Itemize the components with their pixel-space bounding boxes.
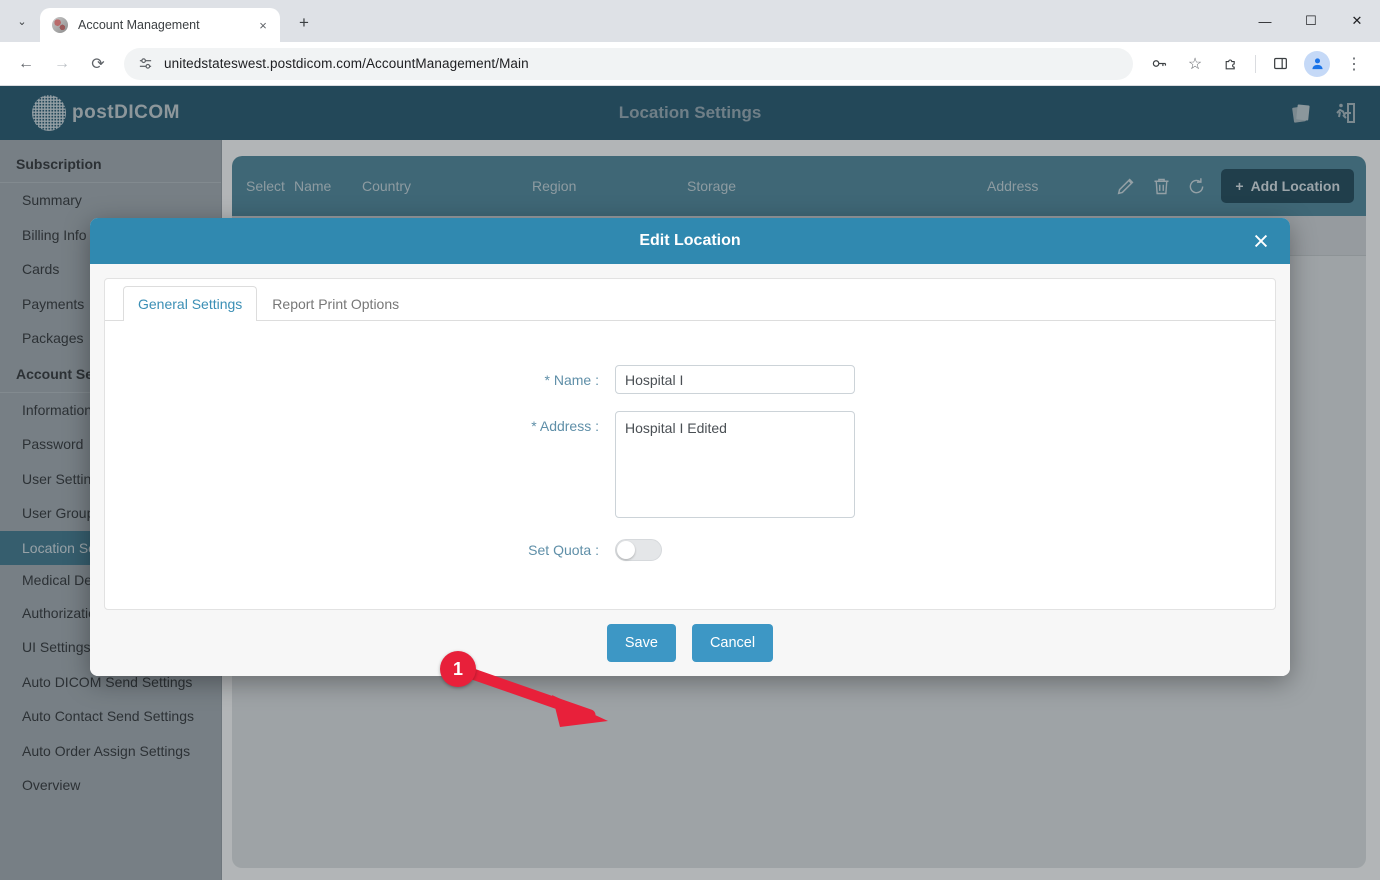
set-quota-toggle[interactable] [615,539,662,561]
dialog-tabs: General Settings Report Print Options [105,279,1275,321]
set-quota-label: Set Quota : [105,535,615,558]
window-controls: — ☐ ✕ [1242,0,1380,42]
tab-report-print-options[interactable]: Report Print Options [257,286,414,321]
name-input[interactable] [615,365,855,394]
extensions-icon[interactable] [1216,49,1246,79]
minimize-icon[interactable]: — [1242,0,1288,42]
globe-icon [52,17,68,33]
key-icon[interactable] [1144,49,1174,79]
toolbar-actions: ☆ ⋮ [1141,49,1372,79]
settings-card: General Settings Report Print Options * … [104,278,1276,610]
close-icon[interactable] [1248,228,1274,254]
dialog-footer: Save Cancel [90,610,1290,676]
tune-icon[interactable] [134,53,156,75]
browser-toolbar: ← → ⟳ unitedstateswest.postdicom.com/Acc… [0,42,1380,86]
browser-tab[interactable]: Account Management × [40,8,280,42]
tab-strip: ⌄ Account Management × + — ☐ ✕ [0,0,1380,42]
address-bar-url: unitedstateswest.postdicom.com/AccountMa… [164,56,529,71]
window-close-icon[interactable]: ✕ [1334,0,1380,42]
address-label: * Address : [105,411,615,434]
cancel-button[interactable]: Cancel [692,624,773,662]
form-row-set-quota: Set Quota : [105,535,1275,561]
name-label: * Name : [105,365,615,388]
dialog-title: Edit Location [639,232,740,250]
app-viewport: postDICOM Location Settings [0,86,1380,880]
form-row-address: * Address : [105,411,1275,518]
close-icon[interactable]: × [254,16,272,34]
dialog-body: General Settings Report Print Options * … [90,264,1290,610]
tab-search-chevron-icon[interactable]: ⌄ [8,7,36,35]
browser-menu-icon[interactable]: ⋮ [1339,49,1369,79]
reload-icon[interactable]: ⟳ [83,49,113,79]
location-form: * Name : * Address : Set Quota : [105,321,1275,561]
dialog-header: Edit Location [90,218,1290,264]
tab-general-settings[interactable]: General Settings [123,286,257,321]
toggle-knob [617,541,635,559]
new-tab-button[interactable]: + [290,9,318,37]
address-textarea[interactable] [615,411,855,518]
maximize-icon[interactable]: ☐ [1288,0,1334,42]
side-panel-icon[interactable] [1265,49,1295,79]
edit-location-dialog: Edit Location General Settings Report Pr… [90,218,1290,676]
browser-tab-title: Account Management [78,18,254,32]
bookmark-star-icon[interactable]: ☆ [1180,49,1210,79]
forward-icon[interactable]: → [47,49,77,79]
address-bar[interactable]: unitedstateswest.postdicom.com/AccountMa… [124,48,1133,80]
save-button[interactable]: Save [607,624,676,662]
browser-window: ⌄ Account Management × + — ☐ ✕ ← → ⟳ uni… [0,0,1380,880]
toolbar-divider [1255,55,1256,73]
form-row-name: * Name : [105,365,1275,394]
profile-avatar[interactable] [1304,51,1330,77]
back-icon[interactable]: ← [11,49,41,79]
